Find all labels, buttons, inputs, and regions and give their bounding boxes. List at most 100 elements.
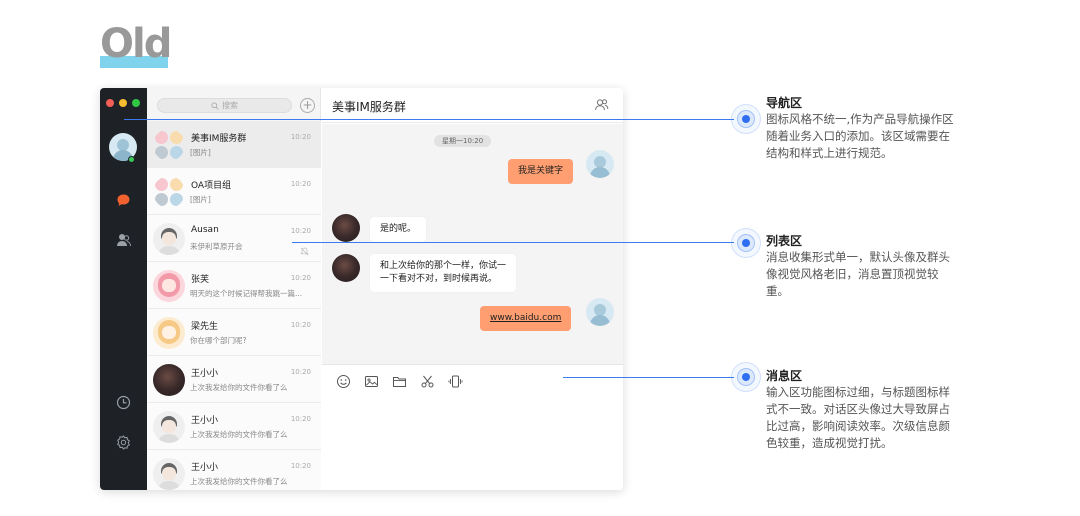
scissors-icon[interactable] bbox=[420, 374, 435, 389]
annotation-marker-list bbox=[731, 228, 761, 258]
default-avatar bbox=[153, 223, 185, 255]
conversation-preview: 你在哪个部门呢? bbox=[190, 336, 247, 345]
window-close-button[interactable] bbox=[106, 99, 114, 107]
conversation-time: 10:20 bbox=[290, 274, 311, 282]
default-avatar bbox=[153, 411, 185, 443]
conversation-preview: [图片] bbox=[190, 148, 211, 157]
conversation-item[interactable]: OA项目组 [图片] 10:20 bbox=[147, 168, 321, 215]
conversation-name: 张芙 bbox=[191, 275, 210, 285]
chat-header: 美事IM服务群 bbox=[322, 88, 623, 123]
clock-icon[interactable] bbox=[115, 394, 132, 411]
chat-panel: 美事IM服务群 星期一10:20 我是关键字 是的呢。 和上次给你的那个一样，你… bbox=[322, 88, 623, 490]
window-minimize-button[interactable] bbox=[119, 99, 127, 107]
add-button[interactable]: + bbox=[300, 98, 315, 113]
incoming-message[interactable]: 和上次给你的那个一样，你试一 一下看对不对，到时候再说。 bbox=[370, 254, 517, 292]
self-avatar bbox=[586, 298, 614, 326]
conversation-item[interactable]: 王小小 上次我发给你的文件你看了么 10:20 bbox=[147, 403, 321, 450]
search-input[interactable]: 搜索 bbox=[157, 98, 292, 113]
message-link[interactable]: www.baidu.com bbox=[490, 313, 561, 323]
outgoing-link-message[interactable]: www.baidu.com bbox=[480, 306, 572, 331]
annotation-desc-nav: 图标风格不统一,作为产品导航操作区 随着业务入口的添加。该区域需要在 结构和样式… bbox=[766, 111, 988, 162]
annotation-line-text: 输入区功能图标过细，与标题图标样 bbox=[766, 385, 950, 399]
conversation-name: 王小小 bbox=[191, 416, 219, 426]
annotation-line-text: 图标风格不统一,作为产品导航操作区 bbox=[766, 112, 954, 126]
annotation-title-message: 消息区 bbox=[766, 369, 803, 383]
conversation-item[interactable]: 王小小 上次我发给你的文件你看了么 10:20 bbox=[147, 450, 321, 490]
annotation-title-nav: 导航区 bbox=[766, 96, 803, 110]
conversation-time: 10:20 bbox=[290, 227, 311, 235]
search-icon bbox=[211, 101, 219, 110]
annotation-line-text: 式不一致。对话区头像过大导致屏占 bbox=[766, 402, 950, 416]
conversation-name: Ausan bbox=[191, 225, 219, 235]
date-divider: 星期一10:20 bbox=[434, 135, 492, 147]
conversation-preview: 上次我发给你的文件你看了么 bbox=[190, 430, 288, 439]
conversation-preview: 上次我发给你的文件你看了么 bbox=[190, 383, 288, 392]
conversation-time: 10:20 bbox=[290, 415, 311, 423]
conversation-preview: 明天的这个时候记得帮我跳一篇... bbox=[190, 289, 303, 298]
yellow-avatar bbox=[153, 317, 185, 349]
conversation-item[interactable]: 美事IM服务群 [图片] 10:20 bbox=[147, 121, 321, 168]
online-status-dot bbox=[128, 156, 135, 163]
annotation-marker-message bbox=[731, 362, 761, 392]
section-heading: Old bbox=[100, 21, 172, 72]
chat-icon[interactable] bbox=[115, 192, 132, 209]
annotation-line-nav bbox=[124, 119, 734, 120]
heading-text: Old bbox=[100, 21, 172, 67]
conversation-name: 美事IM服务群 bbox=[191, 134, 247, 144]
conversation-preview: 上次我发给你的文件你看了么 bbox=[190, 477, 288, 486]
im-app-window: 搜索 + 美事IM服务群 [图片] 10:20 OA项目组 [图片] 10:20… bbox=[100, 88, 623, 490]
group-avatar bbox=[153, 176, 185, 208]
annotation-line-text: 消息收集形式单一，默认头像及群头 bbox=[766, 250, 950, 264]
folder-icon[interactable] bbox=[392, 374, 407, 389]
input-toolbar bbox=[322, 364, 623, 490]
annotation-line-text: 比过高，影响阅读效率。次级信息颜 bbox=[766, 419, 950, 433]
group-avatar bbox=[153, 129, 185, 161]
conversation-item[interactable]: 张芙 明天的这个时候记得帮我跳一篇... 10:20 bbox=[147, 262, 321, 309]
chat-title: 美事IM服务群 bbox=[332, 100, 406, 114]
conversation-preview: [图片] bbox=[190, 195, 211, 204]
annotation-line-text: 像视觉风格老旧，消息置顶视觉较 bbox=[766, 267, 939, 281]
annotation-line-text: 色较重，造成视觉打扰。 bbox=[766, 436, 893, 450]
annotation-line-list bbox=[292, 242, 734, 243]
message-line: 和上次给你的那个一样，你试一 bbox=[380, 261, 507, 271]
shake-icon[interactable] bbox=[448, 374, 463, 389]
self-avatar bbox=[586, 150, 614, 178]
incoming-message[interactable]: 是的呢。 bbox=[370, 217, 427, 242]
sender-avatar bbox=[332, 254, 360, 282]
search-placeholder: 搜索 bbox=[222, 101, 238, 110]
message-area: 星期一10:20 我是关键字 是的呢。 和上次给你的那个一样，你试一 一下看对不… bbox=[322, 124, 623, 364]
sender-avatar bbox=[332, 214, 360, 242]
window-maximize-button[interactable] bbox=[132, 99, 140, 107]
annotation-line-text: 结构和样式上进行规范。 bbox=[766, 146, 893, 160]
nav-sidebar bbox=[100, 88, 147, 490]
conversation-list-panel: 搜索 + 美事IM服务群 [图片] 10:20 OA项目组 [图片] 10:20… bbox=[147, 88, 321, 490]
annotation-desc-message: 输入区功能图标过细，与标题图标样 式不一致。对话区头像过大导致屏占 比过高，影响… bbox=[766, 384, 988, 452]
annotation-desc-list: 消息收集形式单一，默认头像及群头 像视觉风格老旧，消息置顶视觉较 重。 bbox=[766, 249, 988, 300]
message-line: 一下看对不对，到时候再说。 bbox=[380, 274, 498, 284]
default-avatar bbox=[153, 458, 185, 490]
gear-icon[interactable] bbox=[115, 434, 132, 451]
annotation-title-list: 列表区 bbox=[766, 234, 803, 248]
conversation-list: 美事IM服务群 [图片] 10:20 OA项目组 [图片] 10:20 Ausa… bbox=[147, 121, 321, 490]
conversation-time: 10:20 bbox=[290, 462, 311, 470]
contacts-icon[interactable] bbox=[115, 231, 132, 248]
group-members-icon[interactable] bbox=[594, 97, 609, 112]
annotation-line-text: 重。 bbox=[766, 284, 789, 298]
conversation-item[interactable]: 梁先生 你在哪个部门呢? 10:20 bbox=[147, 309, 321, 356]
emoji-icon[interactable] bbox=[336, 374, 351, 389]
outgoing-message[interactable]: 我是关键字 bbox=[508, 159, 574, 184]
conversation-item[interactable]: 王小小 上次我发给你的文件你看了么 10:20 bbox=[147, 356, 321, 403]
conversation-name: 王小小 bbox=[191, 369, 219, 379]
conversation-name: 王小小 bbox=[191, 463, 219, 473]
conversation-item[interactable]: Ausan 来伊利草原开会 10:20 bbox=[147, 215, 321, 262]
conversation-time: 10:20 bbox=[290, 133, 311, 141]
photo-avatar bbox=[153, 364, 185, 396]
pink-avatar bbox=[153, 270, 185, 302]
image-icon[interactable] bbox=[364, 374, 379, 389]
conversation-time: 10:20 bbox=[290, 321, 311, 329]
annotation-marker-nav bbox=[731, 104, 761, 134]
conversation-name: OA项目组 bbox=[191, 181, 232, 191]
annotation-line-message bbox=[563, 377, 734, 378]
annotation-line-text: 随着业务入口的添加。该区域需要在 bbox=[766, 129, 950, 143]
conversation-time: 10:20 bbox=[290, 368, 311, 376]
